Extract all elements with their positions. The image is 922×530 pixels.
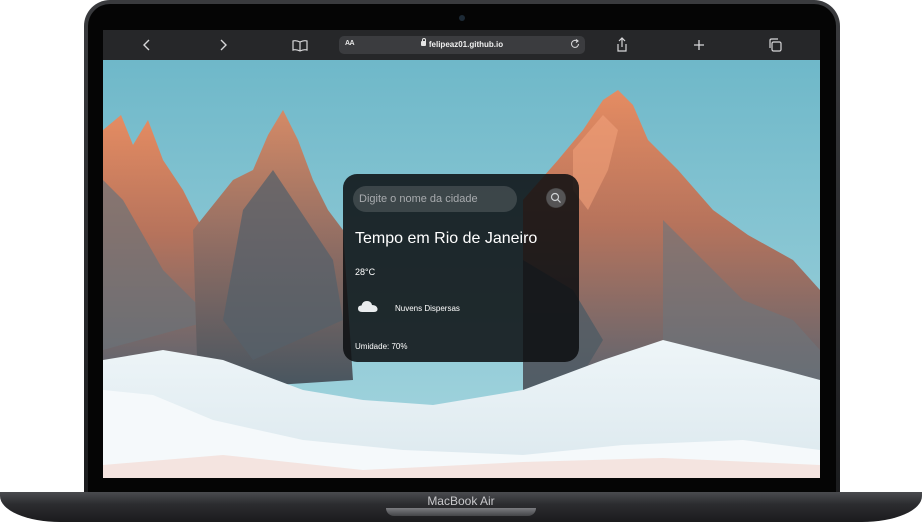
screen: AA felipeaz01.github.io Digite o nome da… <box>103 30 820 478</box>
url-text: felipeaz01.github.io <box>428 40 504 49</box>
reload-icon[interactable] <box>569 38 581 50</box>
address-bar[interactable]: AA felipeaz01.github.io <box>339 36 585 54</box>
cloud-icon <box>358 301 378 312</box>
tabs-icon[interactable] <box>765 35 785 55</box>
forward-icon[interactable] <box>213 35 233 55</box>
weather-card: Tempo em Rio de Janeiro 28°C Nuvens Disp… <box>343 174 579 362</box>
city-title: Tempo em Rio de Janeiro <box>355 230 538 247</box>
temperature-value: 28°C <box>355 267 376 277</box>
book-icon[interactable] <box>290 35 310 55</box>
lock-icon <box>420 38 426 46</box>
browser-toolbar: AA felipeaz01.github.io <box>103 30 820 60</box>
camera <box>459 15 465 21</box>
url-display: felipeaz01.github.io <box>339 38 585 49</box>
humidity-value: Umidade: 70% <box>355 342 408 351</box>
search-icon[interactable] <box>546 188 566 208</box>
back-icon[interactable] <box>137 35 157 55</box>
weather-description: Nuvens Dispersas <box>395 304 460 313</box>
model-label: MacBook Air <box>427 494 495 508</box>
share-icon[interactable] <box>612 35 632 55</box>
city-search-input[interactable] <box>353 186 517 212</box>
laptop-notch <box>386 508 536 516</box>
plus-icon[interactable] <box>689 35 709 55</box>
